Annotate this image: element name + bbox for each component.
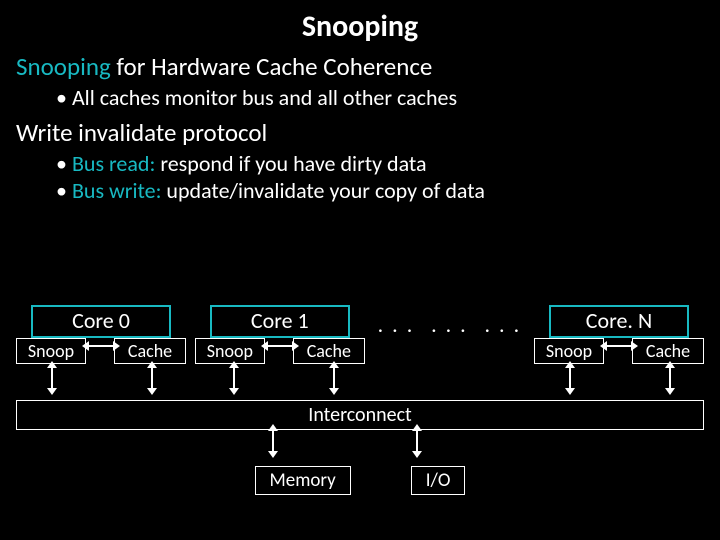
slide-title: Snooping xyxy=(16,8,704,45)
io-box: I/O xyxy=(411,466,466,495)
double-arrow-icon xyxy=(606,345,632,347)
section-1-heading: Snooping for Hardware Cache Coherence xyxy=(16,51,704,82)
ellipsis: . . . xyxy=(374,305,419,338)
double-arrow-icon xyxy=(267,345,293,347)
interconnect-box: Interconnect xyxy=(16,400,704,430)
section-1-rest: for Hardware Cache Coherence xyxy=(111,51,433,82)
double-arrow-icon xyxy=(272,430,274,452)
section-2-heading: Write invalidate protocol xyxy=(16,117,704,148)
bullet-item: Bus write: update/invalidate your copy o… xyxy=(56,177,704,204)
double-arrow-icon xyxy=(333,367,335,389)
double-arrow-icon xyxy=(51,367,53,389)
core-block-1: Core 1 Snoop Cache xyxy=(195,305,365,364)
core-block-n: Core. N Snoop Cache xyxy=(534,305,704,364)
bullet-rest: update/invalidate your copy of data xyxy=(161,177,484,204)
bullet-item: All caches monitor bus and all other cac… xyxy=(56,84,704,111)
term: Bus read: xyxy=(72,150,155,177)
section-2-bullets: Bus read: respond if you have dirty data… xyxy=(16,150,704,204)
core-1-label: Core 1 xyxy=(210,305,350,338)
core-0-label: Core 0 xyxy=(31,305,171,338)
bullet-rest: respond if you have dirty data xyxy=(155,150,426,177)
double-arrow-icon xyxy=(88,345,114,347)
bullet-item: Bus read: respond if you have dirty data xyxy=(56,150,704,177)
core-block-0: Core 0 Snoop Cache xyxy=(16,305,186,364)
memory-box: Memory xyxy=(255,466,351,495)
memory-io-row: Memory I/O xyxy=(16,466,704,495)
double-arrow-icon xyxy=(569,367,571,389)
core-n-label: Core. N xyxy=(549,305,689,338)
section-2-rest: Write invalidate protocol xyxy=(16,117,267,148)
double-arrow-icon xyxy=(151,367,153,389)
ellipsis: . . . xyxy=(481,305,526,338)
section-1-highlight: Snooping xyxy=(16,51,111,82)
double-arrow-icon xyxy=(669,367,671,389)
architecture-diagram: Core 0 Snoop Cache Core 1 Snoop Cache . … xyxy=(16,305,704,495)
cores-row: Core 0 Snoop Cache Core 1 Snoop Cache . … xyxy=(16,305,704,364)
double-arrow-icon xyxy=(233,367,235,389)
ellipsis: . . . xyxy=(427,305,472,338)
double-arrow-icon xyxy=(416,430,418,452)
term: Bus write: xyxy=(72,177,162,204)
section-1-bullets: All caches monitor bus and all other cac… xyxy=(16,84,704,111)
